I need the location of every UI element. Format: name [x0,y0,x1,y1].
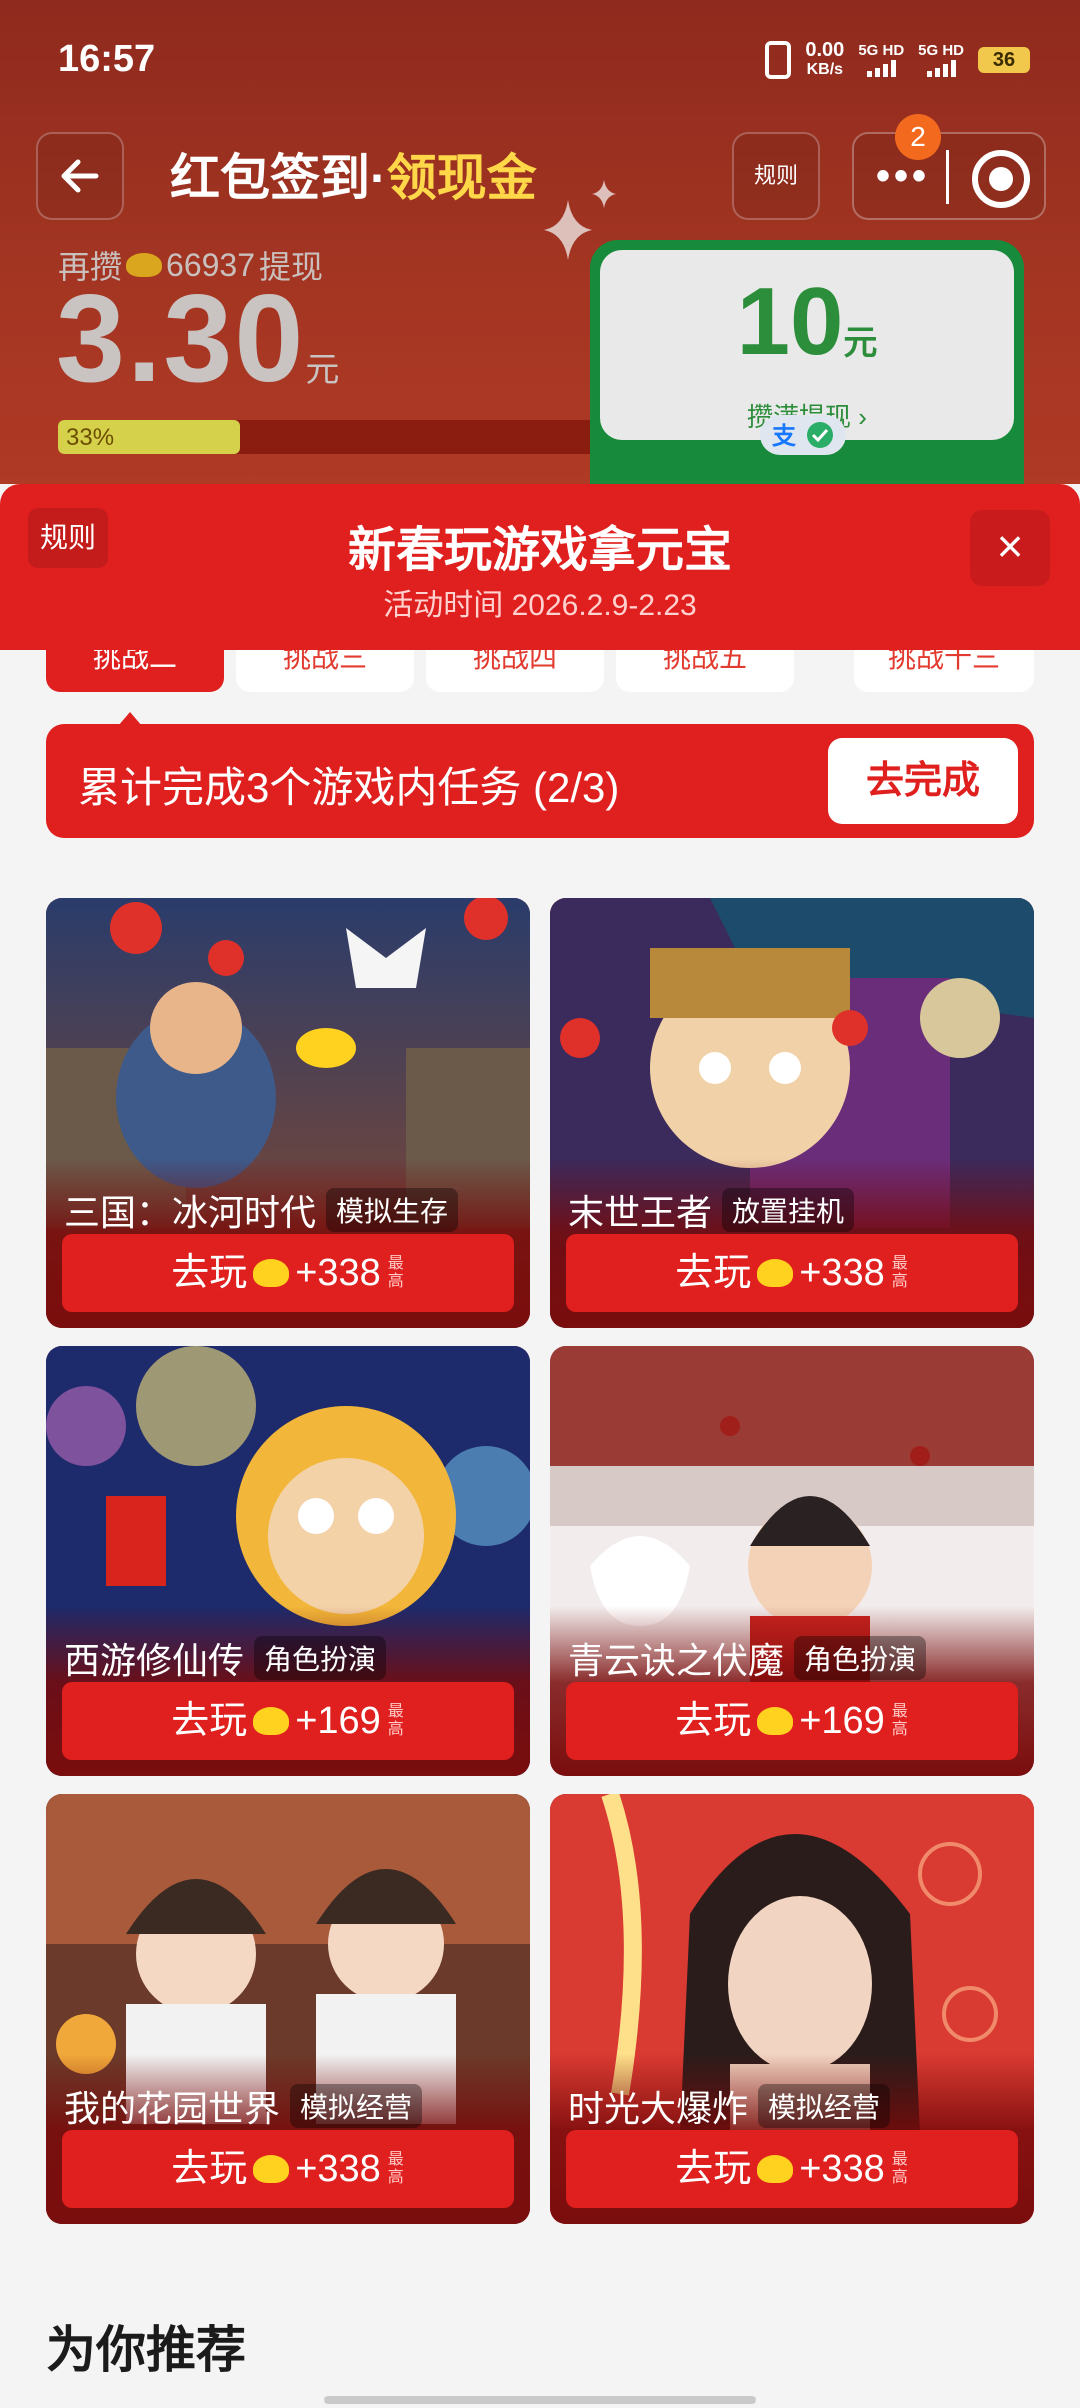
withdraw-amount: 10元 [736,268,878,375]
status-bar: 16:57 0.00 KB/s 5G HD 5G HD 36 [0,0,1080,120]
play-button[interactable]: 去玩 +338 最高 [62,2130,514,2208]
gold-ingot-icon [253,1707,290,1735]
game-genre-tag: 放置挂机 [722,1188,855,1232]
game-genre-tag: 角色扮演 [794,1636,927,1680]
home-indicator[interactable] [324,2396,756,2404]
game-card[interactable]: 我的花园世界 模拟经营 去玩 +338 最高 [46,1794,530,2224]
back-button[interactable] [36,132,124,220]
vibrate-icon [765,41,792,79]
play-button[interactable]: 去玩 +338 最高 [566,1234,1018,1312]
game-title: 青云诀之伏魔 角色扮演 [568,1632,927,1684]
gold-ingot-icon [253,1259,290,1287]
rules-button[interactable]: 规则 [732,132,820,220]
event-banner: 规则 新春玩游戏拿元宝 活动时间 2026.2.9-2.23 × [0,484,1080,650]
clock: 16:57 [58,38,156,80]
tab-challenge-5[interactable]: 挑战五 [616,650,794,692]
game-genre-tag: 模拟生存 [326,1188,459,1232]
game-genre-tag: 模拟经营 [290,2084,423,2128]
battery-icon: 36 [978,47,1030,73]
withdraw-progress-bar: 33% [58,420,608,454]
play-button[interactable]: 去玩 +169 最高 [566,1682,1018,1760]
game-title: 西游修仙传 角色扮演 [64,1632,387,1684]
gold-ingot-icon [253,2155,290,2183]
task-text: 累计完成3个游戏内任务 (2/3) [78,764,620,811]
play-button[interactable]: 去玩 +338 最高 [566,2130,1018,2208]
game-card[interactable]: 青云诀之伏魔 角色扮演 去玩 +169 最高 [550,1346,1034,1776]
game-genre-tag: 模拟经营 [758,2084,891,2128]
game-title: 时光大爆炸 模拟经营 [568,2080,891,2132]
game-title: 我的花园世界 模拟经营 [64,2080,423,2132]
tab-challenge-2[interactable]: 挑战二 [46,650,224,692]
game-title: 三国：冰河时代 模拟生存 [64,1184,459,1236]
page-title: 红包签到·领现金 [170,150,537,206]
gold-ingot-icon [757,1259,794,1287]
more-icon[interactable]: ••• [876,154,930,199]
game-card[interactable]: 末世王者 放置挂机 去玩 +338 最高 [550,898,1034,1328]
play-button[interactable]: 去玩 +169 最高 [62,1682,514,1760]
status-icons: 0.00 KB/s 5G HD 5G HD 36 [765,40,1030,80]
balance-amount: 3.30元 [56,270,342,408]
notification-badge: 2 [895,114,941,160]
event-time: 活动时间 2026.2.9-2.23 [383,589,697,622]
svg-text:支: 支 [772,422,797,450]
event-title: 新春玩游戏拿元宝 [347,524,732,577]
tab-challenge-3[interactable]: 挑战三 [236,650,414,692]
signal-icon: 5G HD [918,43,964,77]
header-area: 16:57 0.00 KB/s 5G HD 5G HD 36 红包签到·领现金 … [0,0,1080,500]
arrow-left-icon [61,159,99,193]
close-icon[interactable]: × [970,510,1050,586]
game-card[interactable]: 西游修仙传 角色扮演 去玩 +169 最高 [46,1346,530,1776]
withdraw-card[interactable]: 10元 攒满提现 › 支 [590,240,1024,500]
challenge-tabs: 挑战二 挑战三 挑战四 挑战五 挑战十三 [0,650,1080,694]
tab-challenge-13[interactable]: 挑战十三 [854,650,1034,692]
gold-ingot-icon [757,1707,794,1735]
complete-task-button[interactable]: 去完成 [828,738,1018,824]
game-card[interactable]: 三国：冰河时代 模拟生存 去玩 +338 最高 [46,898,530,1328]
recommend-title: 为你推荐 [46,2322,246,2378]
task-bar: 累计完成3个游戏内任务 (2/3) 去完成 [46,724,1034,838]
signal-icon: 5G HD [858,43,904,77]
mini-program-capsule: ••• [852,132,1046,220]
payment-icons: 支 [760,415,846,455]
play-button[interactable]: 去玩 +338 最高 [62,1234,514,1312]
net-speed: 0.00 KB/s [805,39,845,78]
game-genre-tag: 角色扮演 [254,1636,387,1680]
tab-challenge-4[interactable]: 挑战四 [426,650,604,692]
game-title: 末世王者 放置挂机 [568,1184,855,1236]
gold-ingot-icon [757,2155,794,2183]
game-card[interactable]: 时光大爆炸 模拟经营 去玩 +338 最高 [550,1794,1034,2224]
close-mini-program-icon[interactable] [972,150,1030,208]
